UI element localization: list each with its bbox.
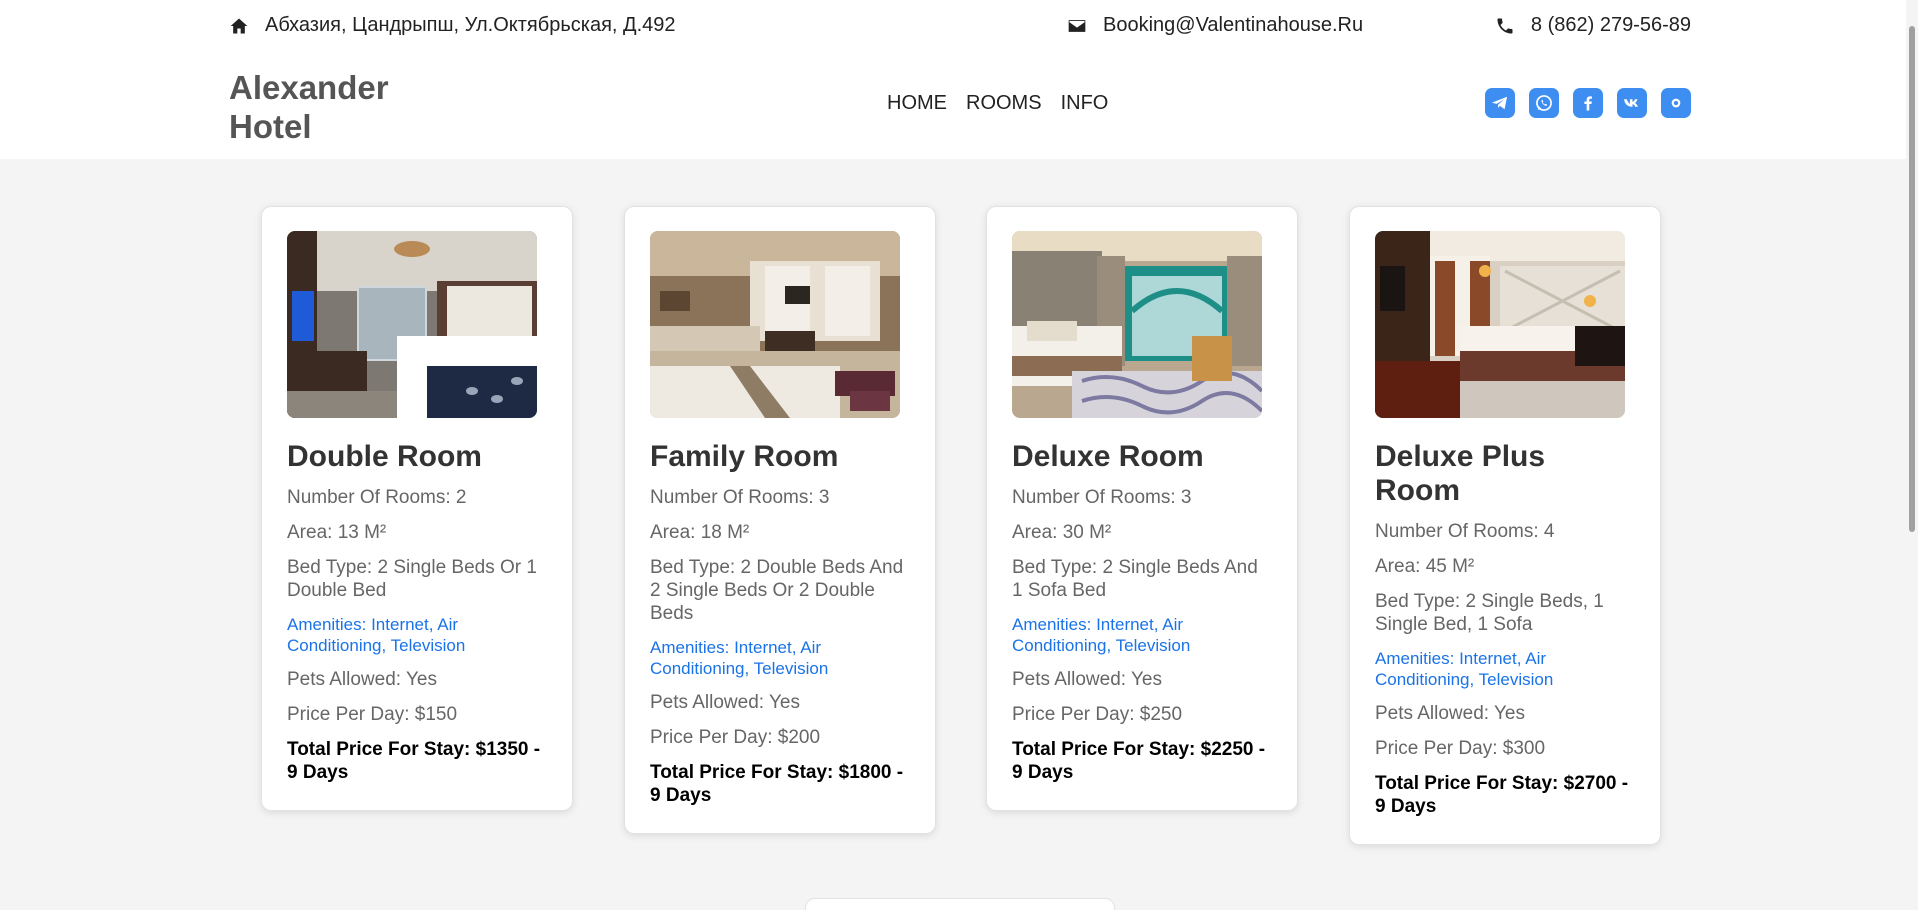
- room-total: Total Price For Stay: $2250 - 9 Days: [1012, 739, 1266, 783]
- room-price: Price Per Day: $250: [1012, 704, 1183, 725]
- room-total: Total Price For Stay: $2700 - 9 Days: [1375, 773, 1629, 817]
- room-area: Area: 13 M²: [287, 522, 387, 543]
- room-title: Deluxe Room: [1012, 440, 1204, 473]
- hotel-logo[interactable]: Alexander Hotel: [229, 68, 389, 146]
- room-count: Number Of Rooms: 3: [650, 487, 830, 508]
- room-pets: Pets Allowed: Yes: [287, 669, 437, 690]
- nav-home[interactable]: HOME: [887, 92, 947, 115]
- logo-line-2: Hotel: [229, 108, 312, 145]
- telegram-icon[interactable]: [1485, 88, 1515, 118]
- room-card[interactable]: Deluxe Plus Room Number Of Rooms: 4 Area…: [1349, 206, 1661, 845]
- room-bed-type: Bed Type: 2 Single Beds Or 1 Double Bed: [287, 557, 537, 601]
- facebook-icon[interactable]: [1573, 88, 1603, 118]
- room-amenities: Amenities: Internet, Air Conditioning, T…: [287, 615, 466, 655]
- room-area: Area: 18 M²: [650, 522, 750, 543]
- room-title: Double Room: [287, 440, 482, 473]
- room-count: Number Of Rooms: 3: [1012, 487, 1192, 508]
- room-photo: [287, 231, 537, 418]
- room-amenities: Amenities: Internet, Air Conditioning, T…: [650, 638, 829, 678]
- room-photo: [1375, 231, 1625, 418]
- phone-icon: [1497, 18, 1513, 33]
- scrollbar-thumb[interactable]: [1909, 26, 1915, 532]
- main-nav: HOME ROOMS INFO: [887, 92, 1108, 115]
- site-header: Абхазия, Цандрыпш, Ул.Октябрьская, Д.492…: [0, 0, 1918, 159]
- vk-icon[interactable]: [1617, 88, 1647, 118]
- room-price: Price Per Day: $300: [1375, 738, 1546, 759]
- room-title: Deluxe Plus Room: [1375, 440, 1546, 507]
- room-title: Family Room: [650, 440, 839, 473]
- email-contact[interactable]: Booking@Valentinahouse.Ru: [1067, 14, 1363, 37]
- room-bed-type: Bed Type: 2 Single Beds And 1 Sofa Bed: [1012, 557, 1258, 601]
- phone-link[interactable]: 8 (862) 279-56-89: [1531, 14, 1691, 37]
- room-count: Number Of Rooms: 4: [1375, 521, 1555, 542]
- room-pets: Pets Allowed: Yes: [1012, 669, 1162, 690]
- phone-contact[interactable]: 8 (862) 279-56-89: [1495, 14, 1691, 37]
- room-card[interactable]: Deluxe Room Number Of Rooms: 3 Area: 30 …: [986, 206, 1298, 811]
- room-pets: Pets Allowed: Yes: [1375, 703, 1525, 724]
- nav-info[interactable]: INFO: [1061, 92, 1109, 115]
- address-contact: Абхазия, Цандрыпш, Ул.Октябрьская, Д.492: [229, 14, 676, 37]
- room-photo: [650, 231, 900, 418]
- room-total: Total Price For Stay: $1350 - 9 Days: [287, 739, 541, 783]
- whatsapp-icon[interactable]: [1529, 88, 1559, 118]
- room-photo: [1012, 231, 1262, 418]
- logo-line-1: Alexander: [229, 69, 389, 106]
- room-bed-type: Bed Type: 2 Double Beds And 2 Single Bed…: [650, 557, 904, 624]
- room-price: Price Per Day: $150: [287, 704, 458, 725]
- social-links: [1485, 88, 1691, 118]
- home-icon: [230, 18, 248, 33]
- room-area: Area: 45 M²: [1375, 556, 1475, 577]
- room-area: Area: 30 M²: [1012, 522, 1112, 543]
- room-card[interactable]: Family Room Number Of Rooms: 3 Area: 18 …: [624, 206, 936, 834]
- room-card[interactable]: Double Room Number Of Rooms: 2 Area: 13 …: [261, 206, 573, 811]
- email-link[interactable]: Booking@Valentinahouse.Ru: [1103, 14, 1363, 37]
- room-amenities: Amenities: Internet, Air Conditioning, T…: [1375, 649, 1554, 689]
- address-text: Абхазия, Цандрыпш, Ул.Октябрьская, Д.492: [265, 14, 676, 36]
- room-count: Number Of Rooms: 2: [287, 487, 467, 508]
- nav-rooms[interactable]: ROOMS: [966, 92, 1042, 115]
- page-scrollbar[interactable]: [1906, 0, 1918, 910]
- envelope-icon: [1068, 19, 1086, 32]
- contact-bar: Абхазия, Цандрыпш, Ул.Октябрьская, Д.492…: [229, 14, 1691, 42]
- instagram-icon[interactable]: [1661, 88, 1691, 118]
- room-total: Total Price For Stay: $1800 - 9 Days: [650, 762, 904, 806]
- room-price: Price Per Day: $200: [650, 727, 821, 748]
- room-amenities: Amenities: Internet, Air Conditioning, T…: [1012, 615, 1191, 655]
- next-section-card: [805, 898, 1115, 910]
- room-pets: Pets Allowed: Yes: [650, 692, 800, 713]
- room-bed-type: Bed Type: 2 Single Beds, 1 Single Bed, 1…: [1375, 591, 1604, 635]
